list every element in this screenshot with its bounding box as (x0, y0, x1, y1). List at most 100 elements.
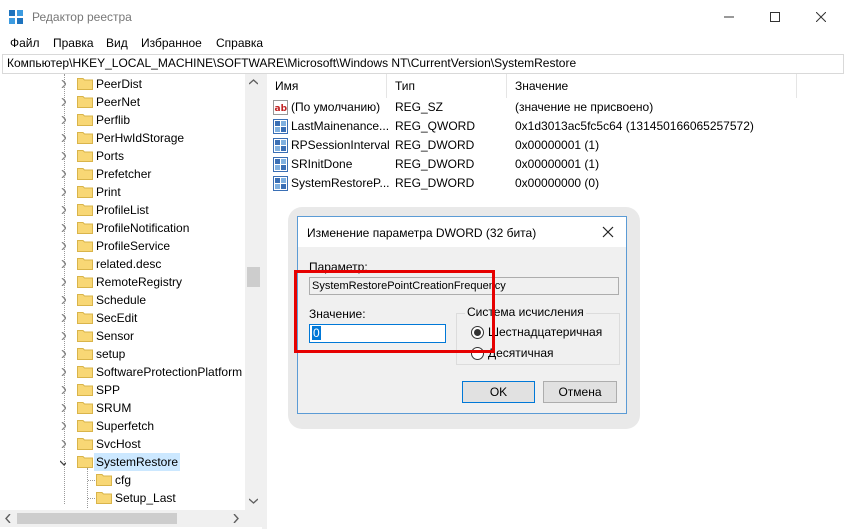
value-row[interactable]: SystemRestoreP... REG_DWORD 0x00000000 (0) (267, 174, 844, 193)
chevron-right-icon[interactable] (60, 332, 66, 340)
folder-icon (77, 240, 93, 252)
folder-icon (77, 132, 93, 144)
chevron-right-icon[interactable] (60, 314, 66, 322)
tree-item[interactable]: SRUM (0, 399, 246, 417)
chevron-right-icon[interactable] (60, 188, 66, 196)
tree-item[interactable]: ProfileService (0, 237, 246, 255)
column-header-name[interactable]: Имя (267, 74, 387, 98)
tree-item[interactable]: ProfileNotification (0, 219, 246, 237)
close-window-button[interactable] (798, 0, 844, 33)
tree-item[interactable]: RemoteRegistry (0, 273, 246, 291)
radio-decimal-label[interactable]: Десятичная (488, 346, 554, 360)
chevron-right-icon[interactable] (60, 260, 66, 268)
chevron-right-icon[interactable] (60, 98, 66, 106)
folder-icon (77, 186, 93, 198)
minimize-button[interactable] (706, 0, 752, 33)
value-row[interactable]: RPSessionInterval REG_DWORD 0x00000001 (1) (267, 136, 844, 155)
tree-horizontal-scroll-thumb[interactable] (17, 513, 177, 524)
tree-item[interactable]: Perflib (0, 111, 246, 129)
value-row[interactable]: SRInitDone REG_DWORD 0x00000001 (1) (267, 155, 844, 174)
tree-item[interactable]: SvcHost (0, 435, 246, 453)
chevron-right-icon[interactable] (60, 296, 66, 304)
chevron-right-icon[interactable] (60, 134, 66, 142)
tree-item[interactable]: related.desc (0, 255, 246, 273)
tree-item[interactable]: setup (0, 345, 246, 363)
tree-item-label: SPP (96, 383, 121, 397)
tree-vertical-scrollbar[interactable] (245, 74, 262, 510)
chevron-right-icon[interactable] (60, 80, 66, 88)
registry-editor-icon (9, 10, 23, 24)
scroll-down-icon[interactable] (249, 498, 258, 504)
chevron-down-icon[interactable] (60, 459, 66, 467)
column-header-data[interactable]: Значение (507, 74, 797, 98)
maximize-button[interactable] (752, 0, 798, 33)
folder-icon (77, 276, 93, 288)
binary-value-icon (273, 176, 288, 191)
chevron-right-icon[interactable] (60, 440, 66, 448)
chevron-right-icon[interactable] (60, 206, 66, 214)
scroll-up-icon[interactable] (249, 79, 258, 85)
tree-item[interactable]: Prefetcher (0, 165, 246, 183)
tree-item[interactable]: cfg (0, 471, 246, 489)
address-bar[interactable]: Компьютер\HKEY_LOCAL_MACHINE\SOFTWARE\Mi… (2, 54, 844, 74)
folder-icon (77, 312, 93, 324)
chevron-right-icon[interactable] (60, 404, 66, 412)
key-tree[interactable]: PeerDist PeerNet Perflib PerHwIdStorage Port… (0, 74, 262, 522)
close-icon (816, 11, 826, 22)
tree-guide-line (88, 498, 95, 499)
dialog-title-bar[interactable]: Изменение параметра DWORD (32 бита) (298, 217, 626, 247)
tree-item[interactable]: ProfileList (0, 201, 246, 219)
tree-item-label: Superfetch (96, 419, 155, 433)
tree-vertical-scroll-thumb[interactable] (247, 267, 260, 287)
tree-item[interactable]: PeerDist (0, 75, 246, 93)
tree-item[interactable]: SPP (0, 381, 246, 399)
menu-view[interactable]: Вид (106, 36, 128, 50)
folder-icon (77, 366, 93, 378)
tree-item-label: related.desc (96, 257, 162, 271)
tree-item[interactable]: PerHwIdStorage (0, 129, 246, 147)
chevron-right-icon[interactable] (60, 350, 66, 358)
tree-item[interactable]: SystemRestore (0, 453, 246, 471)
tree-item[interactable]: Sensor (0, 327, 246, 345)
tree-item[interactable]: SecEdit (0, 309, 246, 327)
tree-item-label: SystemRestore (94, 453, 181, 471)
tree-item-label: Prefetcher (96, 167, 152, 181)
chevron-right-icon[interactable] (60, 278, 66, 286)
tree-horizontal-scrollbar[interactable] (0, 510, 262, 527)
radio-hexadecimal-label[interactable]: Шестнадцатеричная (488, 325, 602, 339)
tree-item[interactable]: Ports (0, 147, 246, 165)
tree-item[interactable]: SoftwareProtectionPlatform (0, 363, 246, 381)
value-row[interactable]: LastMainenance... REG_QWORD 0x1d3013ac5fc5… (267, 117, 844, 136)
chevron-right-icon[interactable] (60, 170, 66, 178)
cancel-button[interactable]: Отмена (543, 381, 617, 403)
tree-item[interactable]: Superfetch (0, 417, 246, 435)
chevron-right-icon[interactable] (60, 242, 66, 250)
column-header-type[interactable]: Тип (387, 74, 507, 98)
chevron-right-icon[interactable] (60, 224, 66, 232)
tree-guide-line (88, 480, 95, 481)
value-data: 0x1d3013ac5fc5c64 (131450166065257572) (515, 119, 754, 133)
chevron-right-icon[interactable] (60, 368, 66, 376)
ok-button[interactable]: OK (462, 381, 535, 403)
scroll-left-icon[interactable] (5, 514, 11, 523)
chevron-right-icon[interactable] (60, 386, 66, 394)
title-bar[interactable]: Редактор реестра (0, 0, 844, 33)
menu-edit[interactable]: Правка (53, 36, 94, 50)
tree-item[interactable]: Print (0, 183, 246, 201)
scroll-right-icon[interactable] (233, 514, 239, 523)
chevron-right-icon[interactable] (60, 422, 66, 430)
tree-item-label: ProfileService (96, 239, 171, 253)
value-row[interactable]: ab (По умолчанию) REG_SZ (значение не присв… (267, 98, 844, 117)
tree-item[interactable]: Schedule (0, 291, 246, 309)
tree-item-label: cfg (115, 473, 132, 487)
menu-help[interactable]: Справка (216, 36, 263, 50)
chevron-right-icon[interactable] (60, 116, 66, 124)
dialog-close-icon[interactable] (598, 222, 618, 242)
menu-favorites[interactable]: Избранное (141, 36, 202, 50)
tree-item-label: SvcHost (96, 437, 141, 451)
chevron-right-icon[interactable] (60, 152, 66, 160)
tree-item[interactable]: Setup_Last (0, 489, 246, 507)
tree-item[interactable]: PeerNet (0, 93, 246, 111)
menu-bar: Файл Правка Вид Избранное Справка (0, 33, 844, 53)
menu-file[interactable]: Файл (10, 36, 40, 50)
